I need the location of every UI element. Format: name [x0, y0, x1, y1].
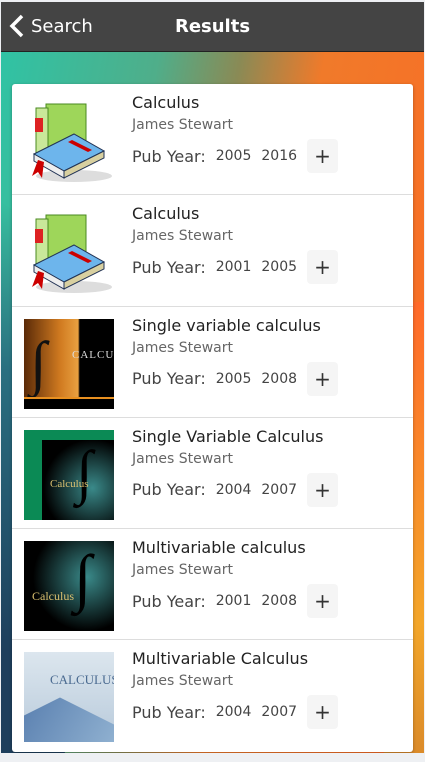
cover-text: CALCULUS: [50, 672, 114, 688]
pub-year-label: Pub Year:: [132, 591, 206, 611]
pub-year-label: Pub Year:: [132, 480, 206, 500]
add-button[interactable]: +: [307, 361, 339, 396]
book-author: James Stewart: [132, 339, 233, 356]
pub-year-value: 2005: [261, 259, 298, 276]
cover-text: CALCULUS: [72, 348, 114, 361]
book-title: Calculus: [132, 204, 200, 224]
book-author: James Stewart: [132, 117, 233, 133]
add-button[interactable]: +: [307, 695, 339, 730]
book-title: Single Variable Calculus: [132, 426, 324, 446]
pub-year-value: 2001: [215, 259, 252, 276]
add-button[interactable]: +: [307, 584, 339, 619]
book-author: James Stewart: [132, 450, 233, 467]
pub-year-value: 2005: [215, 370, 252, 387]
result-item[interactable]: ∫ Calculus Single Variable Calculus James…: [12, 418, 413, 530]
book-title: Multivariable Calculus: [132, 649, 309, 669]
result-item[interactable]: CALCULUS Multivariable Calculus James St…: [12, 640, 413, 751]
book-cover-image: ∫ Calculus: [24, 429, 114, 520]
add-button[interactable]: +: [307, 139, 339, 173]
pub-year-value: 2007: [261, 481, 298, 498]
book-cover-image: CALCULUS: [24, 652, 114, 743]
add-button[interactable]: +: [307, 472, 339, 507]
result-item[interactable]: ∫CALCULUS Single variable calculus James…: [12, 307, 413, 418]
pub-year-value: 2008: [261, 370, 298, 387]
pub-year-value: 2004: [215, 481, 252, 498]
result-item[interactable]: Calculus James Stewart Pub Year: 2005 20…: [12, 84, 413, 196]
pub-year-value: 2016: [261, 148, 298, 164]
result-item[interactable]: Calculus James Stewart Pub Year: 2001 20…: [12, 195, 413, 307]
nav-header: Search Results: [1, 2, 424, 52]
book-title: Multivariable calculus: [132, 538, 306, 558]
pub-year-label: Pub Year:: [132, 146, 206, 166]
book-author: James Stewart: [132, 673, 233, 690]
cover-text: Calculus: [32, 589, 74, 604]
pub-year-label: Pub Year:: [132, 257, 206, 277]
book-title: Single variable calculus: [132, 315, 321, 335]
book-cover-image: ∫CALCULUS: [24, 318, 114, 409]
pub-year-value: 2001: [215, 593, 252, 610]
results-list: Calculus James Stewart Pub Year: 2005 20…: [12, 84, 413, 752]
pub-year-label: Pub Year:: [132, 702, 206, 722]
book-title: Calculus: [132, 93, 200, 112]
screen: Search Results Calculus James Stewart Pu…: [1, 2, 424, 753]
book-cover-image: [24, 207, 114, 297]
add-button[interactable]: +: [307, 250, 339, 285]
pub-year-value: 2007: [261, 704, 298, 721]
book-cover-image: ∫ Calculus: [24, 541, 114, 632]
book-author: James Stewart: [132, 562, 233, 579]
result-item[interactable]: ∫ Calculus Multivariable calculus James S…: [12, 529, 413, 641]
pub-year-value: 2008: [261, 593, 298, 610]
book-author: James Stewart: [132, 228, 233, 245]
page-title: Results: [174, 16, 251, 37]
pub-year-label: Pub Year:: [132, 369, 206, 389]
pub-year-value: 2005: [215, 148, 252, 164]
book-cover-image: [24, 96, 114, 186]
cover-text: Calculus: [50, 477, 89, 490]
pub-year-value: 2004: [215, 704, 252, 721]
